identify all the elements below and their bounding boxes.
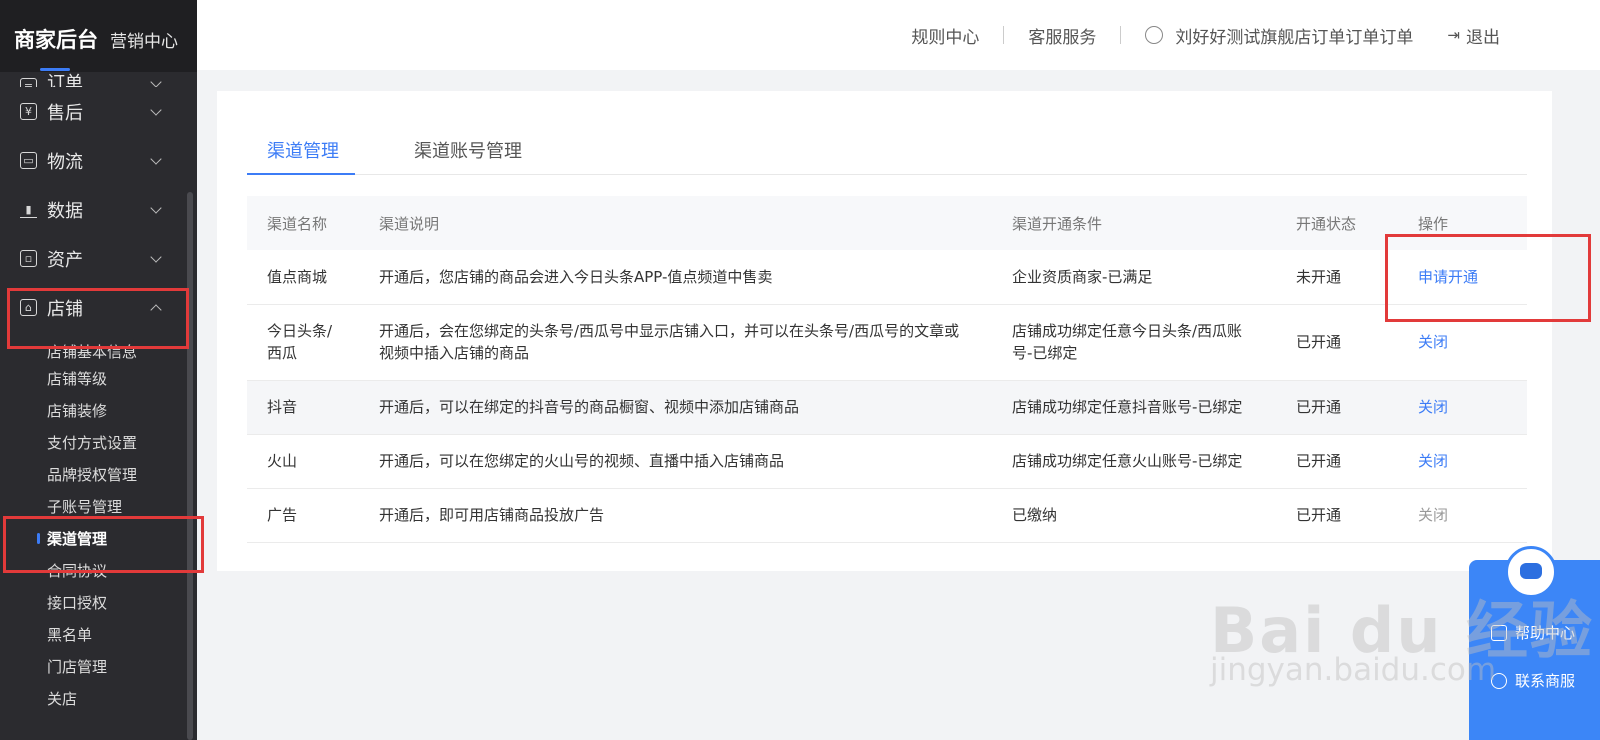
cell-status: 已开通 — [1276, 304, 1398, 381]
annotation-box-apply — [1385, 234, 1591, 322]
sub-item-payment-settings[interactable]: 支付方式设置 — [0, 426, 190, 458]
sidebar-item-label: 售后 — [47, 102, 83, 124]
watermark-url: jingyan.baidu.com — [1210, 652, 1497, 688]
cell-action: 关闭 — [1398, 434, 1527, 489]
annotation-box-channel — [3, 516, 204, 573]
table-row: 广告 开通后，即可用店铺商品投放广告 已缴纳 已开通 关闭 — [247, 488, 1527, 543]
user-name[interactable]: 刘好好测试旗舰店订单订单订单 — [1175, 23, 1413, 48]
sub-item-store-locations[interactable]: 门店管理 — [0, 650, 190, 682]
brand-underline — [40, 68, 70, 71]
tab-channel-mgmt[interactable]: 渠道管理 — [247, 129, 355, 175]
brand-title[interactable]: 商家后台 — [14, 24, 98, 54]
sidebar-item-label: 资产 — [47, 249, 83, 271]
brand-subtitle[interactable]: 营销中心 — [110, 27, 178, 52]
sub-item-blacklist[interactable]: 黑名单 — [0, 618, 190, 650]
bar-chart-icon: ▮ — [20, 201, 37, 218]
col-header-condition: 渠道开通条件 — [992, 196, 1276, 250]
cell-action: 关闭 — [1398, 380, 1527, 435]
cell-condition: 店铺成功绑定任意抖音账号-已绑定 — [992, 380, 1276, 435]
cell-status: 未开通 — [1276, 250, 1398, 305]
close-link-disabled[interactable]: 关闭 — [1418, 506, 1448, 524]
cell-name: 值点商城 — [247, 250, 359, 305]
cell-desc: 开通后，可以在绑定的抖音号的商品橱窗、视频中添加店铺商品 — [359, 380, 992, 435]
sub-item-close-store[interactable]: 关店 — [0, 682, 190, 714]
header-nav: 规则中心 客服服务 刘好好测试旗舰店订单订单订单 ⇥ 退出 — [911, 0, 1500, 70]
content-card: 渠道管理 渠道账号管理 渠道名称 渠道说明 渠道开通条件 开通状态 操作 值点商… — [217, 91, 1552, 571]
top-header: 规则中心 客服服务 刘好好测试旗舰店订单订单订单 ⇥ 退出 — [197, 0, 1600, 70]
user-icon — [1145, 26, 1164, 44]
chevron-down-icon — [150, 152, 162, 165]
logout-link[interactable]: 退出 — [1466, 23, 1500, 48]
cell-name: 抖音 — [247, 380, 359, 435]
cell-status: 已开通 — [1276, 380, 1398, 435]
sidebar-item-data[interactable]: ▮ 数据 — [0, 185, 190, 234]
table-row: 今日头条/西瓜 开通后，会在您绑定的头条号/西瓜号中显示店铺入口，并可以在头条号… — [247, 304, 1527, 381]
table-header-row: 渠道名称 渠道说明 渠道开通条件 开通状态 操作 — [247, 196, 1527, 250]
col-header-name: 渠道名称 — [247, 196, 359, 250]
cell-condition: 已缴纳 — [992, 488, 1276, 543]
brand-bar: 商家后台 营销中心 — [0, 0, 197, 72]
tab-bar: 渠道管理 渠道账号管理 — [247, 129, 1527, 175]
cell-desc: 开通后，可以在您绑定的火山号的视频、直播中插入店铺商品 — [359, 434, 992, 489]
channel-table: 渠道名称 渠道说明 渠道开通条件 开通状态 操作 值点商城 开通后，您店铺的商品… — [247, 196, 1527, 543]
logout-icon: ⇥ — [1447, 26, 1460, 44]
sidebar-item-logistics[interactable]: ▭ 物流 — [0, 136, 190, 185]
cell-status: 已开通 — [1276, 434, 1398, 489]
cell-condition: 企业资质商家-已满足 — [992, 250, 1276, 305]
sidebar-item-label: 物流 — [47, 151, 83, 173]
sub-item-store-level[interactable]: 店铺等级 — [0, 362, 190, 394]
close-link[interactable]: 关闭 — [1418, 333, 1448, 351]
sidebar-item-label: 数据 — [47, 200, 83, 222]
table-row: 值点商城 开通后，您店铺的商品会进入今日头条APP-值点频道中售卖 企业资质商家… — [247, 250, 1527, 305]
sidebar-scrollbar[interactable] — [187, 192, 193, 740]
cell-action: 关闭 — [1398, 488, 1527, 543]
cell-name: 广告 — [247, 488, 359, 543]
rules-center-link[interactable]: 规则中心 — [911, 23, 979, 48]
tab-channel-account-mgmt[interactable]: 渠道账号管理 — [414, 129, 522, 175]
table-row: 抖音 开通后，可以在绑定的抖音号的商品橱窗、视频中添加店铺商品 店铺成功绑定任意… — [247, 380, 1527, 435]
sub-item-store-decoration[interactable]: 店铺装修 — [0, 394, 190, 426]
cell-desc: 开通后，您店铺的商品会进入今日头条APP-值点频道中售卖 — [359, 250, 992, 305]
aftersale-icon: ¥ — [20, 103, 37, 120]
truck-icon: ▭ — [20, 152, 37, 169]
sub-item-api-auth[interactable]: 接口授权 — [0, 586, 190, 618]
cell-name: 火山 — [247, 434, 359, 489]
cell-desc: 开通后，会在您绑定的头条号/西瓜号中显示店铺入口，并可以在头条号/西瓜号的文章或… — [359, 304, 992, 381]
table-row: 火山 开通后，可以在您绑定的火山号的视频、直播中插入店铺商品 店铺成功绑定任意火… — [247, 434, 1527, 489]
chevron-down-icon — [150, 201, 162, 214]
close-link[interactable]: 关闭 — [1418, 398, 1448, 416]
cell-name: 今日头条/西瓜 — [247, 304, 359, 381]
contact-service-label: 联系商服 — [1515, 672, 1576, 690]
customer-service-link[interactable]: 客服服务 — [1028, 23, 1096, 48]
close-link[interactable]: 关闭 — [1418, 452, 1448, 470]
sidebar: 商家后台 营销中心 ≡ 订单 ¥ 售后 ▭ 物流 ▮ 数据 ▫ 资产 ⌂ 店铺 … — [0, 0, 197, 740]
col-header-desc: 渠道说明 — [359, 196, 992, 250]
cell-status: 已开通 — [1276, 488, 1398, 543]
cell-desc: 开通后，即可用店铺商品投放广告 — [359, 488, 992, 543]
sidebar-item-aftersale[interactable]: ¥ 售后 — [0, 87, 190, 136]
asset-icon: ▫ — [20, 250, 37, 267]
col-header-status: 开通状态 — [1276, 196, 1398, 250]
sub-item-brand-auth[interactable]: 品牌授权管理 — [0, 458, 190, 490]
divider — [1003, 26, 1005, 44]
chevron-down-icon — [150, 75, 162, 87]
chevron-down-icon — [150, 250, 162, 263]
order-icon: ≡ — [20, 78, 37, 87]
sidebar-item-assets[interactable]: ▫ 资产 — [0, 234, 190, 283]
cell-condition: 店铺成功绑定任意火山账号-已绑定 — [992, 434, 1276, 489]
cell-condition: 店铺成功绑定任意今日头条/西瓜账号-已绑定 — [992, 304, 1276, 381]
chevron-down-icon — [150, 103, 162, 116]
annotation-box-store — [7, 288, 189, 349]
divider — [1120, 26, 1122, 44]
